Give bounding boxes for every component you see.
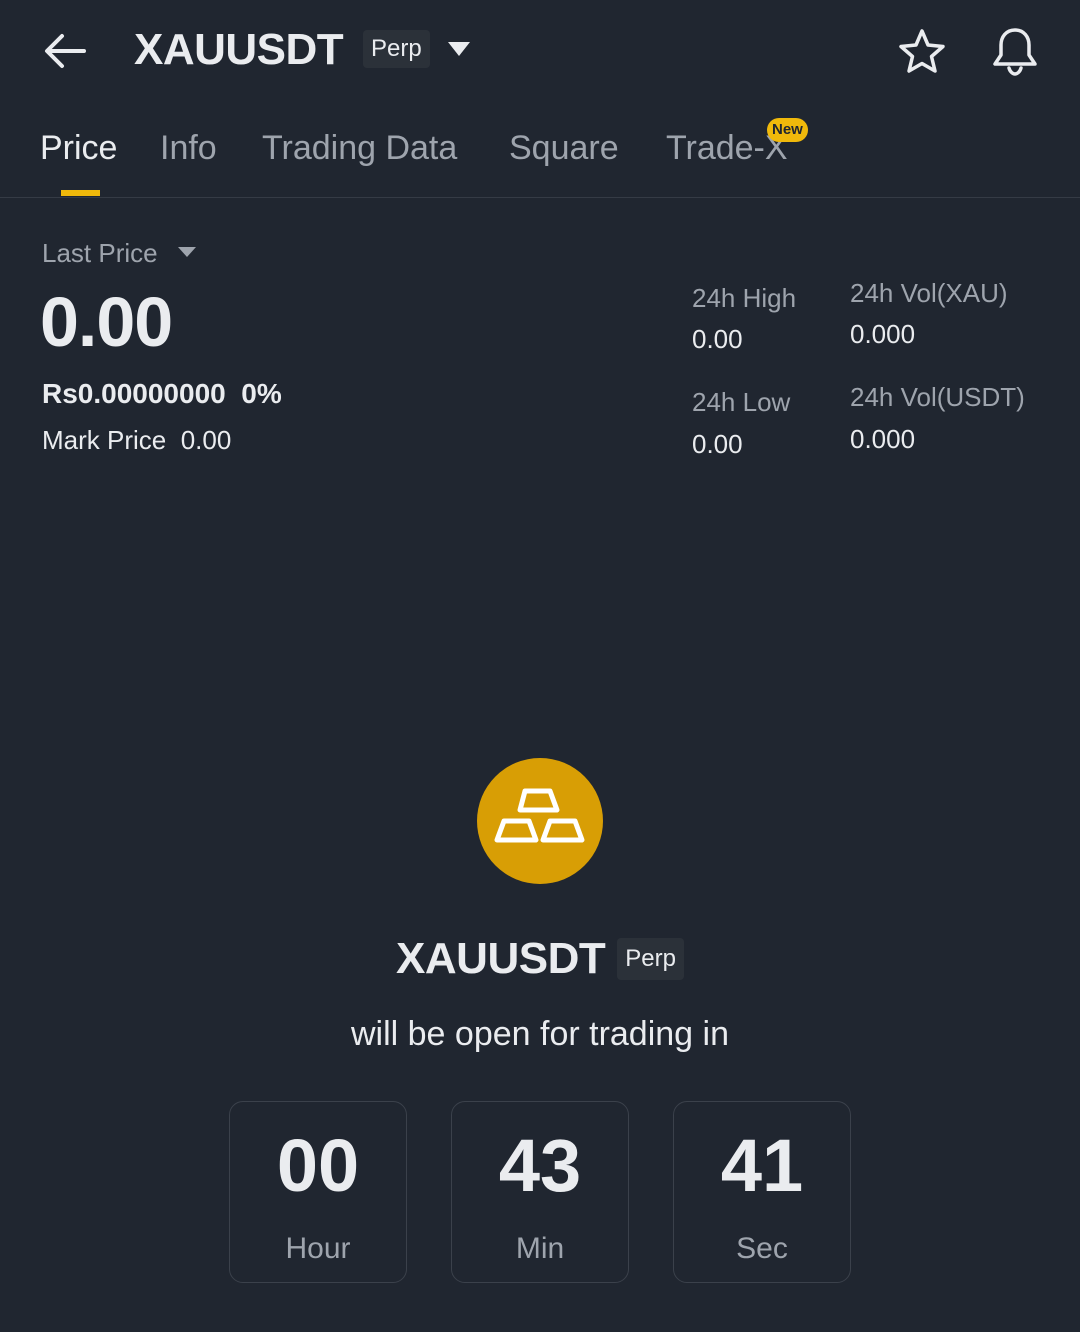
symbol-title[interactable]: XAUUSDT bbox=[134, 22, 344, 78]
last-price-value: 0.00 bbox=[40, 283, 173, 361]
countdown-min: 43 Min bbox=[451, 1101, 629, 1283]
stat-high-label: 24h High bbox=[692, 283, 797, 313]
mark-price: Mark Price 0.00 bbox=[42, 423, 231, 457]
stat-high-value: 0.00 bbox=[692, 324, 743, 354]
stat-vol-base-value: 0.000 bbox=[850, 319, 916, 349]
tab-info[interactable]: Info bbox=[160, 126, 217, 170]
mark-price-value: 0.00 bbox=[180, 425, 232, 455]
new-badge: New bbox=[767, 118, 808, 142]
star-icon[interactable] bbox=[896, 26, 948, 78]
launch-contract-badge: Perp bbox=[617, 938, 684, 980]
stat-vol-base-label: 24h Vol(XAU) bbox=[850, 278, 1008, 308]
back-arrow-icon[interactable] bbox=[40, 26, 90, 76]
launch-message: will be open for trading in bbox=[350, 1015, 729, 1053]
dropdown-triangle-icon[interactable] bbox=[446, 38, 472, 60]
tabs-divider bbox=[0, 197, 1080, 198]
gold-bars-icon bbox=[477, 758, 603, 884]
launch-title: XAUUSDT Perp bbox=[0, 934, 1080, 984]
mark-price-label: Mark Price bbox=[42, 425, 167, 455]
countdown-sec-value: 41 bbox=[720, 1124, 804, 1207]
countdown-sec-label: Sec bbox=[736, 1232, 788, 1265]
contract-type-badge: Perp bbox=[363, 30, 430, 68]
launch-symbol: XAUUSDT bbox=[396, 934, 606, 983]
tab-square[interactable]: Square bbox=[509, 126, 619, 170]
stat-low-value: 0.00 bbox=[692, 429, 743, 459]
fiat-price: Rs0.00000000 0% bbox=[42, 376, 282, 412]
countdown-hour: 00 Hour bbox=[229, 1101, 407, 1283]
tab-trading-data[interactable]: Trading Data bbox=[262, 126, 457, 170]
countdown-hour-label: Hour bbox=[285, 1232, 351, 1265]
active-tab-indicator bbox=[61, 190, 100, 196]
last-price-label[interactable]: Last Price bbox=[42, 236, 158, 270]
stat-low-label: 24h Low bbox=[692, 387, 791, 417]
countdown-min-value: 43 bbox=[498, 1124, 582, 1207]
fiat-price-value: Rs0.00000000 bbox=[42, 378, 226, 409]
change-percent: 0% bbox=[241, 378, 282, 409]
countdown-sec: 41 Sec bbox=[673, 1101, 851, 1283]
caret-down-icon[interactable] bbox=[177, 245, 197, 259]
bell-icon[interactable] bbox=[988, 24, 1042, 78]
countdown-min-label: Min bbox=[515, 1232, 565, 1265]
countdown-hour-value: 00 bbox=[276, 1124, 360, 1207]
stat-vol-quote-value: 0.000 bbox=[850, 424, 916, 454]
tab-price[interactable]: Price bbox=[40, 126, 117, 170]
stat-vol-quote-label: 24h Vol(USDT) bbox=[850, 382, 1025, 412]
